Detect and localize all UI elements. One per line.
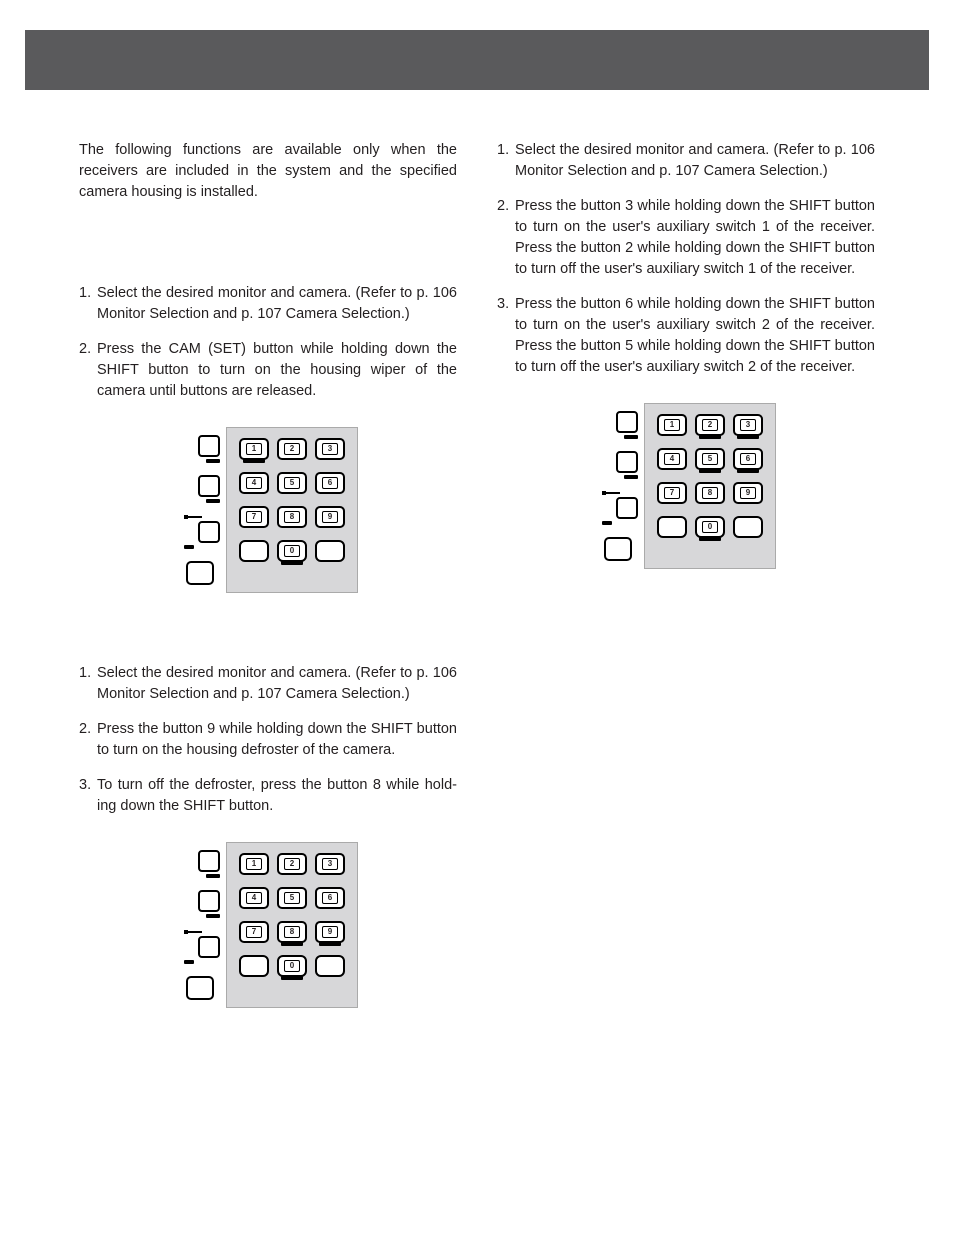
- aux-steps: 1.Select the desired monitor and camera.…: [497, 140, 875, 378]
- keypad-button-1: 1: [239, 438, 269, 460]
- keypad-button-2: 2: [695, 414, 725, 436]
- left-column: The following functions are available on…: [79, 140, 457, 1038]
- side-button-icon: [198, 435, 220, 457]
- keypad-button-3: 3: [733, 414, 763, 436]
- side-button-label-icon: [624, 475, 638, 479]
- list-item: 3.To turn off the defroster, press the b…: [79, 775, 457, 817]
- side-button-label-icon: [206, 914, 220, 918]
- header-bar: [25, 30, 929, 90]
- keypad-button-3: 3: [315, 853, 345, 875]
- list-item: 1.Select the desired monitor and camera.…: [79, 283, 457, 325]
- side-button-icon: [198, 890, 220, 912]
- keypad-blank-button: [315, 955, 345, 977]
- side-button-icon: [186, 561, 214, 585]
- right-column: 1.Select the desired monitor and camera.…: [497, 140, 875, 1038]
- keypad-button-0: 0: [277, 540, 307, 562]
- side-button-label-icon: [602, 521, 612, 525]
- keypad-button-0: 0: [277, 955, 307, 977]
- defroster-steps: 1.Select the desired monitor and camera.…: [79, 663, 457, 817]
- keypad-button-8: 8: [277, 921, 307, 943]
- keypad-blank-button: [315, 540, 345, 562]
- keypad-button-7: 7: [239, 506, 269, 528]
- side-button-icon: [198, 521, 220, 543]
- list-item: 1.Select the desired monitor and camera.…: [79, 663, 457, 705]
- keypad-button-6: 6: [315, 887, 345, 909]
- side-button-label-icon: [206, 459, 220, 463]
- keypad-button-9: 9: [315, 506, 345, 528]
- side-button-icon: [186, 976, 214, 1000]
- keypad-button-6: 6: [733, 448, 763, 470]
- side-button-label-icon: [206, 874, 220, 878]
- keypad-button-8: 8: [277, 506, 307, 528]
- side-button-label-icon: [184, 545, 194, 549]
- page-content: The following functions are available on…: [79, 140, 875, 1038]
- keypad-diagram-wiper: 123 456 7890: [79, 427, 457, 593]
- keypad-diagram-defroster: 123 456 7890: [79, 842, 457, 1008]
- keypad-blank-button: [239, 540, 269, 562]
- keypad-button-4: 4: [239, 472, 269, 494]
- list-item: 2.Press the button 9 while holding down …: [79, 719, 457, 761]
- side-button-icon: [198, 936, 220, 958]
- keypad-button-1: 1: [657, 414, 687, 436]
- side-button-icon: [198, 850, 220, 872]
- keypad-button-8: 8: [695, 482, 725, 504]
- keypad-button-7: 7: [239, 921, 269, 943]
- list-item: 1.Select the desired monitor and camera.…: [497, 140, 875, 182]
- keypad-button-9: 9: [733, 482, 763, 504]
- side-button-icon: [616, 451, 638, 473]
- side-button-icon: [616, 411, 638, 433]
- keypad-button-3: 3: [315, 438, 345, 460]
- keypad-button-5: 5: [277, 472, 307, 494]
- keypad-diagram-aux: 123 456 7890: [497, 403, 875, 569]
- list-item: 2.Press the CAM (SET) button while holdi…: [79, 339, 457, 402]
- keypad-button-9: 9: [315, 921, 345, 943]
- keypad-button-0: 0: [695, 516, 725, 538]
- keypad-blank-button: [733, 516, 763, 538]
- keypad-button-4: 4: [657, 448, 687, 470]
- side-button-icon: [198, 475, 220, 497]
- keypad-button-2: 2: [277, 438, 307, 460]
- list-item: 3.Press the button 6 while holding down …: [497, 294, 875, 378]
- wiper-steps: 1.Select the desired monitor and camera.…: [79, 283, 457, 402]
- keypad-blank-button: [239, 955, 269, 977]
- keypad-button-5: 5: [277, 887, 307, 909]
- side-button-icon: [616, 497, 638, 519]
- side-button-icon: [604, 537, 632, 561]
- keypad-button-1: 1: [239, 853, 269, 875]
- intro-text: The following functions are available on…: [79, 140, 457, 203]
- keypad-blank-button: [657, 516, 687, 538]
- side-button-label-icon: [184, 960, 194, 964]
- side-button-label-icon: [624, 435, 638, 439]
- side-button-label-icon: [206, 499, 220, 503]
- keypad-button-2: 2: [277, 853, 307, 875]
- keypad-button-7: 7: [657, 482, 687, 504]
- keypad-button-6: 6: [315, 472, 345, 494]
- keypad-button-4: 4: [239, 887, 269, 909]
- list-item: 2.Press the button 3 while holding down …: [497, 196, 875, 280]
- keypad-button-5: 5: [695, 448, 725, 470]
